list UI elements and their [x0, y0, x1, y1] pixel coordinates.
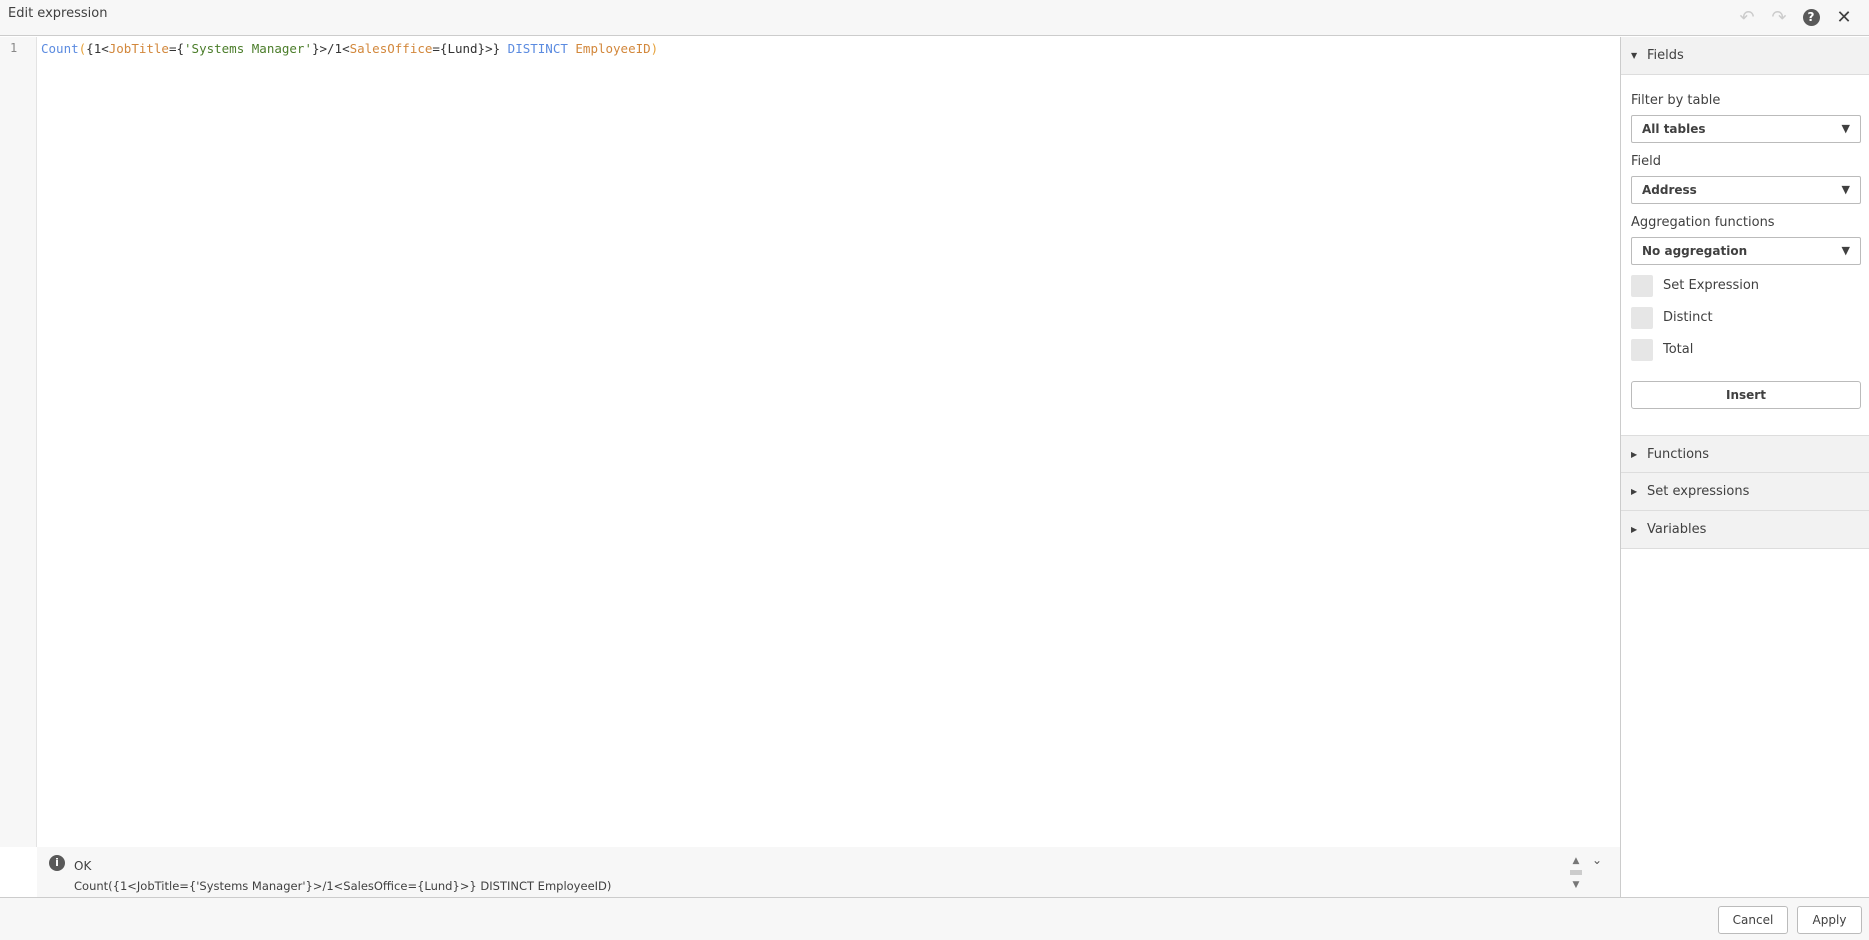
status-message: Count({1<JobTitle={'Systems Manager'}>/1… — [74, 879, 612, 893]
aggregation-label: Aggregation functions — [1631, 215, 1775, 230]
line-number: 1 — [10, 41, 18, 55]
cancel-button[interactable]: Cancel — [1718, 906, 1788, 934]
dropdown-arrow-icon: ▼ — [1841, 122, 1850, 135]
set-expressions-section-header[interactable]: ▶ Set expressions — [1621, 473, 1869, 511]
variables-label: Variables — [1647, 522, 1707, 537]
total-label: Total — [1663, 342, 1694, 357]
apply-button[interactable]: Apply — [1797, 906, 1862, 934]
code-token: ={Lund}>} — [432, 41, 501, 56]
title-bar: Edit expression ↶ ↷ ? ✕ — [0, 0, 1869, 36]
code-token: 'Systems Manager' — [184, 41, 312, 56]
filter-by-table-select[interactable]: All tables ▼ — [1631, 115, 1861, 143]
dropdown-arrow-icon: ▼ — [1841, 244, 1850, 257]
validation-status: i OK Count({1<JobTitle={'Systems Manager… — [37, 847, 1620, 897]
field-value: Address — [1642, 183, 1697, 197]
aggregation-select[interactable]: No aggregation ▼ — [1631, 237, 1861, 265]
code-token: ={ — [168, 41, 185, 56]
field-select[interactable]: Address ▼ — [1631, 176, 1861, 204]
total-checkbox[interactable] — [1631, 339, 1653, 361]
variables-section-header[interactable]: ▶ Variables — [1621, 511, 1869, 549]
insert-button[interactable]: Insert — [1631, 381, 1861, 409]
triangle-right-icon: ▶ — [1631, 525, 1638, 534]
code-token: ) — [650, 41, 659, 56]
code-token: DISTINCT — [500, 41, 576, 56]
triangle-right-icon: ▶ — [1631, 487, 1638, 496]
set-expression-label: Set Expression — [1663, 278, 1760, 293]
code-token: JobTitle — [108, 41, 169, 56]
info-icon: i — [49, 855, 65, 871]
aggregation-value: No aggregation — [1642, 244, 1748, 258]
field-label: Field — [1631, 154, 1662, 169]
filter-value: All tables — [1642, 122, 1706, 136]
distinct-label: Distinct — [1663, 310, 1713, 325]
triangle-right-icon: ▶ — [1631, 450, 1638, 459]
code-token: SalesOffice — [349, 41, 433, 56]
functions-label: Functions — [1647, 447, 1710, 462]
chevron-down-icon[interactable]: ⌄ — [1592, 853, 1602, 867]
expression-editor[interactable]: Count({1<JobTitle={'Systems Manager'}>/1… — [41, 41, 658, 56]
undo-icon[interactable]: ↶ — [1736, 6, 1758, 28]
redo-icon[interactable]: ↷ — [1768, 6, 1790, 28]
code-token: EmployeeID — [575, 41, 651, 56]
line-gutter — [0, 37, 37, 847]
code-token: }>/1< — [311, 41, 350, 56]
fields-section-header[interactable]: ▼ Fields — [1621, 37, 1869, 75]
set-expression-checkbox[interactable] — [1631, 275, 1653, 297]
code-token: Count — [41, 41, 79, 56]
help-icon[interactable]: ? — [1800, 6, 1822, 28]
triangle-down-icon: ▼ — [1631, 51, 1638, 60]
side-panel: ▼ Fields Filter by table All tables ▼ Fiel… — [1620, 37, 1869, 897]
code-token: {1< — [86, 41, 109, 56]
distinct-checkbox[interactable] — [1631, 307, 1653, 329]
dropdown-arrow-icon: ▼ — [1841, 183, 1850, 196]
set-expressions-label: Set expressions — [1647, 484, 1750, 499]
filter-label: Filter by table — [1631, 93, 1721, 108]
dialog-title: Edit expression — [8, 6, 108, 21]
functions-section-header[interactable]: ▶ Functions — [1621, 435, 1869, 473]
status-scrollbar[interactable]: ▲ ▼ — [1569, 855, 1583, 893]
fields-label: Fields — [1647, 48, 1684, 63]
dialog-footer: Cancel Apply — [0, 897, 1869, 940]
close-icon[interactable]: ✕ — [1833, 6, 1855, 28]
status-state: OK — [74, 859, 92, 873]
